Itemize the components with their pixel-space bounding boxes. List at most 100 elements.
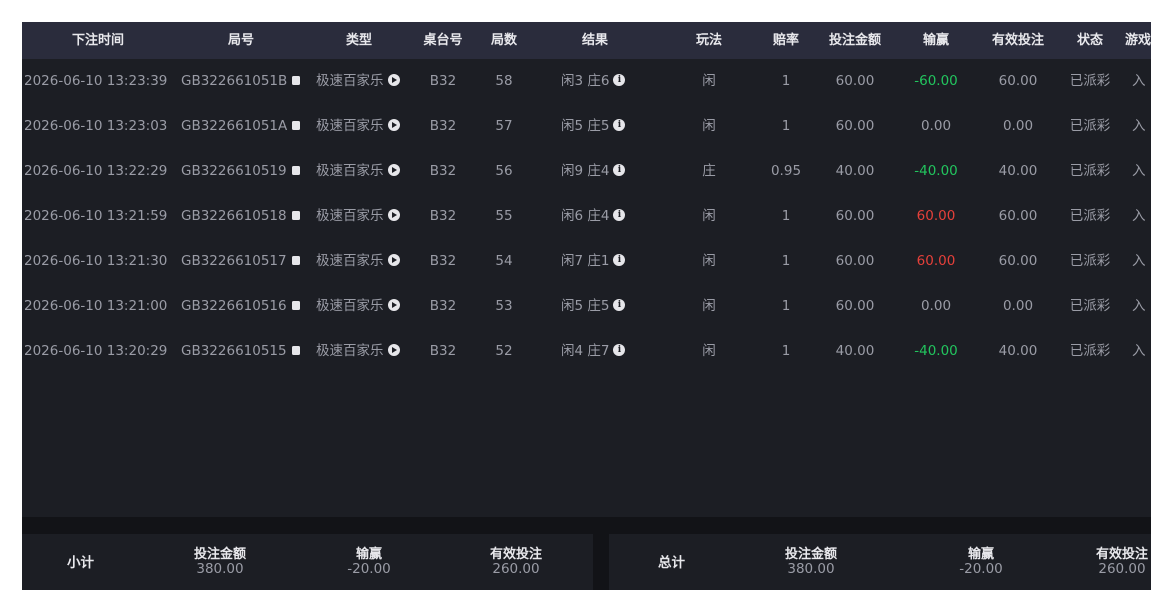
result-text: 闲4 庄7: [561, 343, 610, 359]
subtotal-box: 小计 投注金额 380.00 输赢 -20.00 有效投注 260.00: [22, 534, 593, 590]
round-id-text: GB322661051B: [181, 73, 288, 89]
cell-valid-bet: 0.00: [1002, 298, 1034, 314]
copy-icon[interactable]: [291, 210, 300, 220]
cell-status: 已派彩: [1069, 118, 1111, 134]
info-icon[interactable]: i: [613, 254, 626, 266]
cell-game[interactable]: 入: [1132, 104, 1151, 149]
cell-result: 闲4 庄7 i: [561, 329, 651, 374]
type-text: 极速百家乐: [316, 298, 384, 314]
cell-table: B32: [429, 253, 457, 269]
cell-round-id: GB322661051B: [181, 59, 311, 104]
info-icon[interactable]: i: [613, 164, 626, 176]
cell-round-id: GB3226610515: [181, 329, 311, 374]
cell-bet-amount: 60.00: [835, 208, 875, 224]
round-id-text: GB3226610515: [181, 343, 287, 359]
play-circle-icon[interactable]: [387, 299, 400, 311]
info-icon[interactable]: i: [613, 74, 626, 86]
col-header-bet-amount[interactable]: 投注金额: [819, 22, 891, 59]
cell-play: 闲: [702, 298, 716, 314]
cell-bet-time: 2026-06-10 13:23:39: [24, 73, 168, 89]
col-header-table[interactable]: 桌台号: [414, 22, 472, 59]
cell-round: 58: [495, 73, 513, 89]
cell-game[interactable]: 入: [1132, 194, 1151, 239]
cell-round-id: GB3226610516: [181, 284, 311, 329]
subtotal-winloss-value: -20.00: [347, 561, 391, 577]
copy-icon[interactable]: [292, 120, 301, 130]
col-header-status[interactable]: 状态: [1063, 22, 1117, 59]
cell-type: 极速百家乐: [316, 194, 416, 239]
col-header-round-id[interactable]: 局号: [174, 22, 308, 59]
cell-game[interactable]: 入: [1132, 329, 1151, 374]
cell-bet-amount: 60.00: [835, 298, 875, 314]
play-circle-icon[interactable]: [387, 209, 400, 221]
total-winloss-value: -20.00: [959, 561, 1003, 577]
play-circle-icon[interactable]: [387, 254, 400, 266]
cell-type: 极速百家乐: [316, 239, 416, 284]
cell-round-id: GB3226610519: [181, 149, 311, 194]
cell-game[interactable]: 入: [1132, 59, 1151, 104]
cell-round: 54: [495, 253, 513, 269]
total-valid-value: 260.00: [1098, 561, 1146, 577]
table-header: 下注时间 局号 类型 桌台号 局数 结果 玩法 赔率 投注金额 输赢 有效投注 …: [22, 22, 1151, 59]
result-text: 闲3 庄6: [561, 73, 610, 89]
copy-icon[interactable]: [291, 300, 300, 310]
cell-table: B32: [429, 208, 457, 224]
copy-icon[interactable]: [291, 345, 300, 355]
play-circle-icon[interactable]: [387, 119, 400, 131]
result-text: 闲5 庄5: [561, 298, 610, 314]
info-icon[interactable]: i: [613, 119, 626, 131]
col-header-bet-time[interactable]: 下注时间: [22, 22, 174, 59]
copy-icon[interactable]: [292, 75, 301, 85]
cell-odds: 1: [781, 73, 791, 89]
cell-winloss: 0.00: [920, 298, 952, 314]
cell-game[interactable]: 入: [1132, 149, 1151, 194]
result-text: 闲5 庄5: [561, 118, 610, 134]
cell-winloss: -60.00: [914, 73, 958, 89]
cell-odds: 1: [781, 343, 791, 359]
cell-round-id: GB3226610518: [181, 194, 311, 239]
cell-round: 52: [495, 343, 513, 359]
play-circle-icon[interactable]: [387, 74, 400, 86]
col-header-play[interactable]: 玩法: [679, 22, 739, 59]
col-header-game[interactable]: 游戏: [1125, 22, 1151, 59]
col-header-odds[interactable]: 赔率: [756, 22, 816, 59]
col-header-result[interactable]: 结果: [540, 22, 650, 59]
col-header-winloss[interactable]: 输赢: [904, 22, 968, 59]
table-row: 2026-06-10 13:21:00 GB3226610516 极速百家乐 B32 5…: [22, 284, 1151, 329]
cell-play: 闲: [702, 73, 716, 89]
round-id-text: GB3226610516: [181, 298, 287, 314]
cell-odds: 1: [781, 298, 791, 314]
info-icon[interactable]: i: [613, 344, 626, 356]
type-text: 极速百家乐: [316, 208, 384, 224]
copy-icon[interactable]: [291, 165, 300, 175]
cell-valid-bet: 0.00: [1002, 118, 1034, 134]
total-winloss-label: 输赢: [967, 547, 994, 562]
info-icon[interactable]: i: [613, 299, 626, 311]
type-text: 极速百家乐: [316, 253, 384, 269]
subtotal-title: 小计: [67, 555, 94, 571]
cell-odds: 0.95: [770, 163, 802, 179]
cell-round: 56: [495, 163, 513, 179]
cell-play: 闲: [702, 208, 716, 224]
cell-status: 已派彩: [1069, 208, 1111, 224]
cell-game[interactable]: 入: [1132, 239, 1151, 284]
cell-bet-time: 2026-06-10 13:20:29: [24, 343, 168, 359]
type-text: 极速百家乐: [316, 73, 384, 89]
cell-status: 已派彩: [1069, 163, 1111, 179]
col-header-valid-bet[interactable]: 有效投注: [982, 22, 1054, 59]
cell-round-id: GB322661051A: [181, 104, 311, 149]
cell-play: 庄: [702, 163, 716, 179]
subtotal-valid-label: 有效投注: [489, 547, 542, 562]
cell-game[interactable]: 入: [1132, 284, 1151, 329]
cell-table: B32: [429, 343, 457, 359]
info-icon[interactable]: i: [613, 209, 626, 221]
play-circle-icon[interactable]: [387, 344, 400, 356]
col-header-type[interactable]: 类型: [308, 22, 410, 59]
cell-bet-amount: 60.00: [835, 118, 875, 134]
cell-valid-bet: 60.00: [998, 73, 1038, 89]
bet-history-panel: 下注时间 局号 类型 桌台号 局数 结果 玩法 赔率 投注金额 输赢 有效投注 …: [22, 22, 1151, 590]
col-header-round[interactable]: 局数: [478, 22, 530, 59]
copy-icon[interactable]: [291, 255, 300, 265]
play-circle-icon[interactable]: [387, 164, 400, 176]
cell-round-id: GB3226610517: [181, 239, 311, 284]
